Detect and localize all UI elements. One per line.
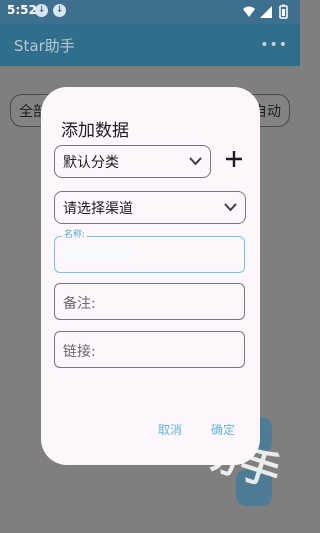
- channel-placeholder: 请选择渠道: [63, 201, 133, 217]
- category-select[interactable]: 默认分类: [54, 145, 211, 178]
- download-icon: ↓: [35, 4, 48, 17]
- add-data-dialog: 添加数据 默认分类 请选择渠道 名称: 备注: 链接: 取消 确定: [41, 87, 260, 465]
- wifi-icon: [243, 6, 255, 17]
- more-menu-icon[interactable]: •••: [260, 37, 288, 53]
- chevron-down-icon: [224, 203, 237, 211]
- confirm-button[interactable]: 确定: [211, 421, 235, 438]
- remark-placeholder: 备注:: [63, 296, 96, 312]
- download-icon: ↓: [53, 4, 66, 17]
- status-time: 5:52: [7, 3, 37, 17]
- name-field-label: 名称:: [62, 230, 88, 241]
- cancel-button[interactable]: 取消: [158, 421, 182, 438]
- name-input[interactable]: 名称:: [54, 230, 245, 273]
- add-category-button[interactable]: [226, 151, 242, 167]
- link-placeholder: 链接:: [63, 344, 96, 360]
- remark-input[interactable]: 备注:: [54, 283, 245, 320]
- app-bar: Star助手 •••: [0, 24, 300, 66]
- link-input[interactable]: 链接:: [54, 331, 245, 368]
- battery-icon: [279, 4, 288, 19]
- app-title: Star助手: [14, 37, 75, 55]
- plus-icon: [226, 151, 242, 167]
- category-value: 默认分类: [63, 155, 119, 171]
- dialog-title: 添加数据: [61, 121, 129, 141]
- name-field-value: [63, 248, 133, 260]
- status-icons: [243, 4, 288, 19]
- signal-icon: [260, 6, 272, 18]
- channel-select[interactable]: 请选择渠道: [54, 191, 246, 224]
- status-bar: 5:52 ↓ ↓: [0, 0, 300, 24]
- chevron-down-icon: [189, 157, 202, 165]
